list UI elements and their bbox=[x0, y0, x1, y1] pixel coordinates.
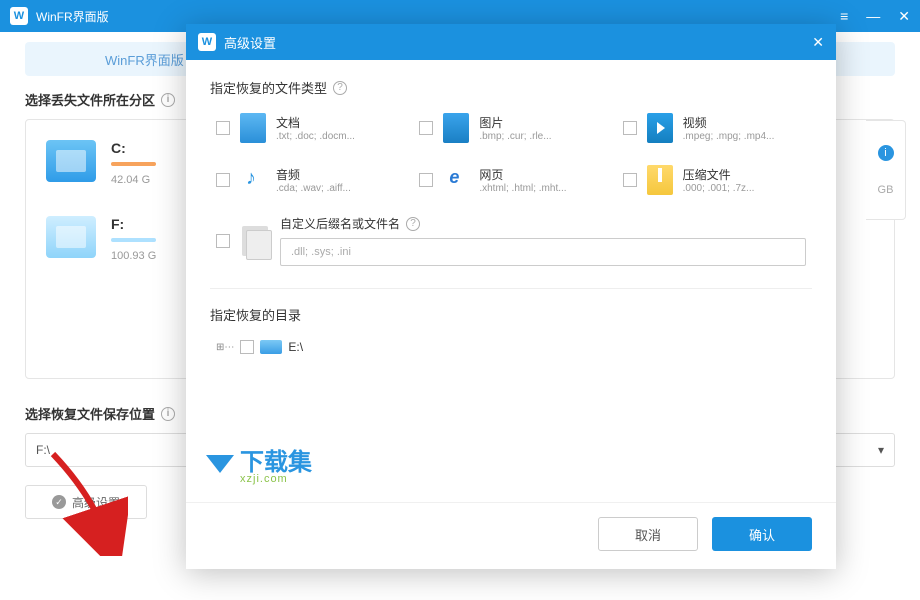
audio-icon bbox=[240, 165, 266, 195]
filetype-web[interactable]: 网页 .xhtml; .html; .mht... bbox=[419, 165, 602, 195]
dialog-logo-icon: W bbox=[198, 33, 216, 51]
watermark-logo: 下载集 xzji.com bbox=[206, 442, 312, 485]
info-icon[interactable]: i bbox=[161, 93, 175, 107]
cancel-button[interactable]: 取消 bbox=[598, 517, 698, 551]
info-icon[interactable]: i bbox=[161, 407, 175, 421]
checkbox[interactable] bbox=[216, 234, 230, 248]
drive-icon bbox=[46, 140, 96, 182]
filetype-videos[interactable]: 视频 .mpeg; .mpg; .mp4... bbox=[623, 113, 806, 143]
directory-section-label: 指定恢复的目录 bbox=[210, 305, 812, 324]
gb-label: GB bbox=[878, 184, 894, 196]
info-icon[interactable]: ? bbox=[406, 217, 420, 231]
chevron-down-icon: ▾ bbox=[878, 443, 884, 457]
drive-letter: F: bbox=[111, 216, 156, 232]
tree-expand-icon[interactable]: ⊞⋯ bbox=[216, 342, 234, 353]
dialog-titlebar: W 高级设置 ✕ bbox=[186, 24, 836, 60]
filetype-documents[interactable]: 文档 .txt; .doc; .docm... bbox=[216, 113, 399, 143]
info-icon[interactable]: ? bbox=[333, 81, 347, 95]
filetype-audio[interactable]: 音频 .cda; .wav; .aiff... bbox=[216, 165, 399, 195]
menu-icon[interactable]: ≡ bbox=[840, 8, 848, 25]
right-info-panel: i GB bbox=[866, 120, 906, 220]
drive-size: 100.93 G bbox=[111, 250, 156, 262]
app-logo-icon: W bbox=[10, 7, 28, 25]
advanced-settings-button[interactable]: ✓ 高级设置 bbox=[25, 485, 147, 519]
video-icon bbox=[647, 113, 673, 143]
checkbox[interactable] bbox=[240, 340, 254, 354]
checkbox[interactable] bbox=[216, 121, 230, 135]
files-icon bbox=[242, 226, 268, 256]
drive-icon bbox=[260, 340, 282, 354]
advanced-settings-dialog: W 高级设置 ✕ 指定恢复的文件类型 ? 文档 .txt; .doc; .doc… bbox=[186, 24, 836, 569]
close-icon[interactable]: ✕ bbox=[898, 8, 910, 25]
drive-letter: C: bbox=[111, 140, 156, 156]
checkbox[interactable] bbox=[419, 173, 433, 187]
checkbox[interactable] bbox=[623, 121, 637, 135]
filetype-section-label: 指定恢复的文件类型 ? bbox=[210, 78, 812, 97]
dialog-close-icon[interactable]: ✕ bbox=[812, 34, 824, 51]
gear-icon: ✓ bbox=[52, 495, 66, 509]
image-icon bbox=[443, 113, 469, 143]
checkbox[interactable] bbox=[419, 121, 433, 135]
divider bbox=[210, 288, 812, 289]
custom-extension-input[interactable]: .dll; .sys; .ini bbox=[280, 238, 806, 266]
app-title: WinFR界面版 bbox=[36, 8, 840, 25]
drive-size: 42.04 G bbox=[111, 174, 156, 186]
drive-icon bbox=[46, 216, 96, 258]
checkbox[interactable] bbox=[216, 173, 230, 187]
custom-extension-label: 自定义后缀名或文件名 ? bbox=[280, 215, 806, 232]
download-arrow-icon bbox=[206, 455, 234, 473]
save-location-value: F:\ bbox=[36, 443, 50, 457]
drive-usage-bar bbox=[111, 162, 156, 166]
checkbox[interactable] bbox=[623, 173, 637, 187]
drive-usage-bar bbox=[111, 238, 156, 242]
archive-icon bbox=[647, 165, 673, 195]
banner-text: WinFR界面版 bbox=[105, 50, 184, 69]
web-icon bbox=[443, 165, 469, 195]
minimize-icon[interactable]: — bbox=[866, 8, 880, 25]
document-icon bbox=[240, 113, 266, 143]
filetype-images[interactable]: 图片 .bmp; .cur; .rle... bbox=[419, 113, 602, 143]
dialog-title: 高级设置 bbox=[224, 33, 812, 52]
tree-root-label: E:\ bbox=[288, 340, 303, 354]
ok-button[interactable]: 确认 bbox=[712, 517, 812, 551]
directory-tree-root[interactable]: ⊞⋯ E:\ bbox=[210, 340, 812, 354]
filetype-archives[interactable]: 压缩文件 .000; .001; .7z... bbox=[623, 165, 806, 195]
info-icon[interactable]: i bbox=[878, 145, 894, 161]
